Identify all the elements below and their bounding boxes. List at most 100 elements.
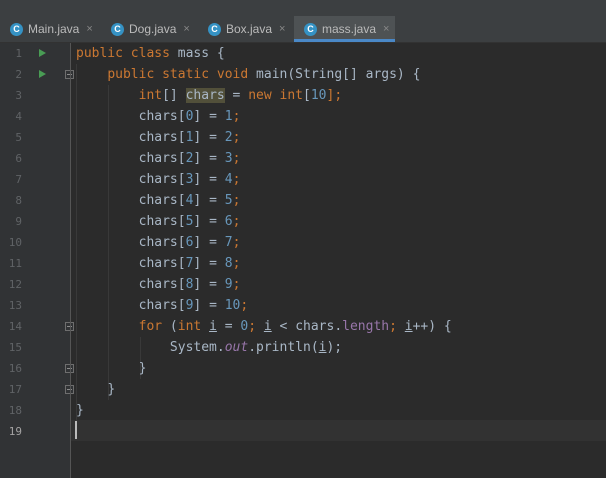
tab-box-java[interactable]: C Box.java × [198,16,292,42]
code-line: chars[9] = 10; [138,298,249,313]
keyword: int [138,88,163,103]
gutter-line: 9 [0,211,70,232]
line-number: 15 [8,341,22,354]
line-number: 4 [15,110,22,123]
gutter-line: 10 [0,232,70,253]
variable: chars [138,235,178,250]
number-literal: 10 [224,298,241,313]
code-token: ); [326,340,343,355]
code-token: [] [162,88,186,103]
code-line: public class mass { [76,43,225,64]
variable: chars [138,193,178,208]
number-literal: 10 [310,88,327,103]
static-field: out [224,340,249,355]
code-line: chars[4] = 5; [138,193,241,208]
run-arrow-icon[interactable] [39,49,46,57]
line-number: 9 [15,215,22,228]
gutter-line: 2 [0,64,74,85]
java-class-icon: C [111,22,124,36]
close-icon[interactable]: × [279,23,285,35]
gutter-line: 7 [0,169,70,190]
loop-variable: i [209,319,217,334]
tab-label: Dog.java [129,22,177,36]
code-line: chars[5] = 6; [138,214,241,229]
line-number: 14 [8,320,22,333]
gutter-line: 16 [0,358,74,379]
code-line: chars[0] = 1; [138,109,241,124]
variable: chars [138,172,178,187]
editor-tab-bar: C Main.java × C Dog.java × C Box.java × … [0,0,606,43]
gutter-line: 15 [0,337,70,358]
java-class-icon: C [304,22,317,36]
variable: chars [138,298,178,313]
variable: chars [138,214,178,229]
code-line: chars[2] = 3; [138,151,241,166]
number-literal: 9 [224,277,233,292]
close-icon[interactable]: × [86,23,92,35]
loop-variable: i [404,319,413,334]
code-line: System.out.println(i); [76,337,342,358]
keyword: int [279,88,304,103]
code-line: chars[1] = 2; [138,130,241,145]
variable: chars [138,130,178,145]
close-icon[interactable]: × [383,23,389,35]
keyword: class [130,46,170,61]
code-token: = [224,88,249,103]
number-literal: 2 [224,130,233,145]
number-literal: 1 [185,130,194,145]
java-class-icon: C [10,22,23,36]
code-line: } [76,358,147,379]
method-call: .println( [248,340,319,355]
keyword: void [216,67,249,82]
brace: } [107,382,116,397]
number-literal: 8 [224,256,233,271]
code-token: [ [303,88,311,103]
code-line: int[] chars = new int[10]; [76,85,342,106]
number-literal: 6 [185,235,194,250]
gutter-line: 13 [0,295,70,316]
gutter-line: 4 [0,106,70,127]
code-line: public static void main(String[] args) { [76,64,420,85]
ide-window: C Main.java × C Dog.java × C Box.java × … [0,0,606,478]
keyword: public [76,46,123,61]
tab-label: Main.java [28,22,80,36]
run-arrow-icon[interactable] [39,70,46,78]
close-icon[interactable]: × [183,23,189,35]
variable-highlighted: chars [185,88,225,103]
number-literal: 1 [224,109,233,124]
number-literal: 5 [224,193,233,208]
number-literal: 4 [224,172,233,187]
code-line: for (int i = 0; i < chars.length; i++) { [138,319,452,334]
line-number: 16 [8,362,22,375]
gutter-line: 17 [0,379,74,400]
line-number: 10 [8,236,22,249]
code-line: chars[8] = 9; [138,277,241,292]
current-line-highlight [71,420,606,441]
number-literal: 8 [185,277,194,292]
variable: chars [138,151,178,166]
line-number: 6 [15,152,22,165]
brace: { [216,46,225,61]
tab-main-java[interactable]: C Main.java × [0,16,99,42]
keyword: for [138,319,163,334]
gutter-line: 1 [0,43,70,64]
code-token: ]; [326,88,343,103]
keyword: public [107,67,155,82]
gutter-line: 3 [0,85,70,106]
line-number: 2 [15,68,22,81]
tab-mass-java[interactable]: C mass.java × [294,16,395,42]
field: length [342,319,390,334]
keyword: int [177,319,202,334]
line-number: 12 [8,278,22,291]
code-editor[interactable]: public class mass { public static void m… [71,43,606,478]
number-literal: 7 [185,256,194,271]
class-ref: System. [169,340,225,355]
variable: chars [138,277,178,292]
gutter-line: 8 [0,190,70,211]
tab-dog-java[interactable]: C Dog.java × [101,16,196,42]
text-caret [75,421,77,439]
code-line: } [76,379,115,400]
number-literal: 3 [224,151,233,166]
number-literal: 3 [185,172,194,187]
